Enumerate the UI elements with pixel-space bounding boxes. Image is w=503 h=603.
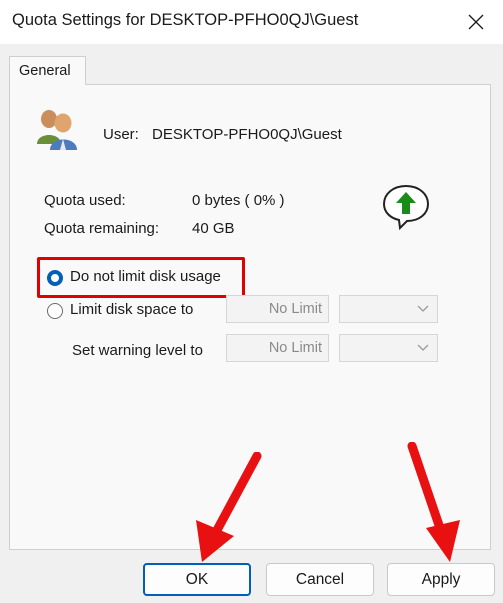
tab-label: General xyxy=(19,63,71,79)
limit-unit-select[interactable] xyxy=(339,295,438,323)
limit-disk-label[interactable]: Limit disk space to xyxy=(70,301,193,318)
limit-value-field[interactable]: No Limit xyxy=(226,295,329,323)
quota-remaining-value: 40 GB xyxy=(192,220,235,237)
user-name: DESKTOP-PFHO0QJ\Guest xyxy=(152,126,342,143)
user-label: User: xyxy=(103,126,139,143)
apply-button[interactable]: Apply xyxy=(387,563,495,596)
warning-value-field[interactable]: No Limit xyxy=(226,334,329,362)
title-bar: Quota Settings for DESKTOP-PFHO0QJ\Guest xyxy=(0,0,503,44)
cancel-button[interactable]: Cancel xyxy=(266,563,374,596)
warning-unit-select[interactable] xyxy=(339,334,438,362)
close-icon xyxy=(468,14,484,30)
close-button[interactable] xyxy=(454,4,498,40)
tab-general[interactable]: General xyxy=(9,56,86,85)
no-limit-label[interactable]: Do not limit disk usage xyxy=(70,268,221,285)
chevron-down-icon xyxy=(417,344,429,351)
quota-used-label: Quota used: xyxy=(44,192,126,209)
users-icon xyxy=(37,110,77,150)
ok-button-label: OK xyxy=(185,570,209,588)
quota-remaining-label: Quota remaining: xyxy=(44,220,160,237)
quota-used-value: 0 bytes ( 0% ) xyxy=(192,192,285,209)
ok-button[interactable]: OK xyxy=(143,563,251,596)
window-title: Quota Settings for DESKTOP-PFHO0QJ\Guest xyxy=(12,11,359,29)
cancel-button-label: Cancel xyxy=(295,570,345,588)
chevron-down-icon xyxy=(417,305,429,312)
radio-limit-disk[interactable] xyxy=(47,303,63,319)
apply-button-label: Apply xyxy=(421,570,461,588)
radio-no-limit[interactable] xyxy=(47,270,63,286)
warning-level-label: Set warning level to xyxy=(72,342,203,359)
status-ok-arrow-icon xyxy=(382,184,430,230)
